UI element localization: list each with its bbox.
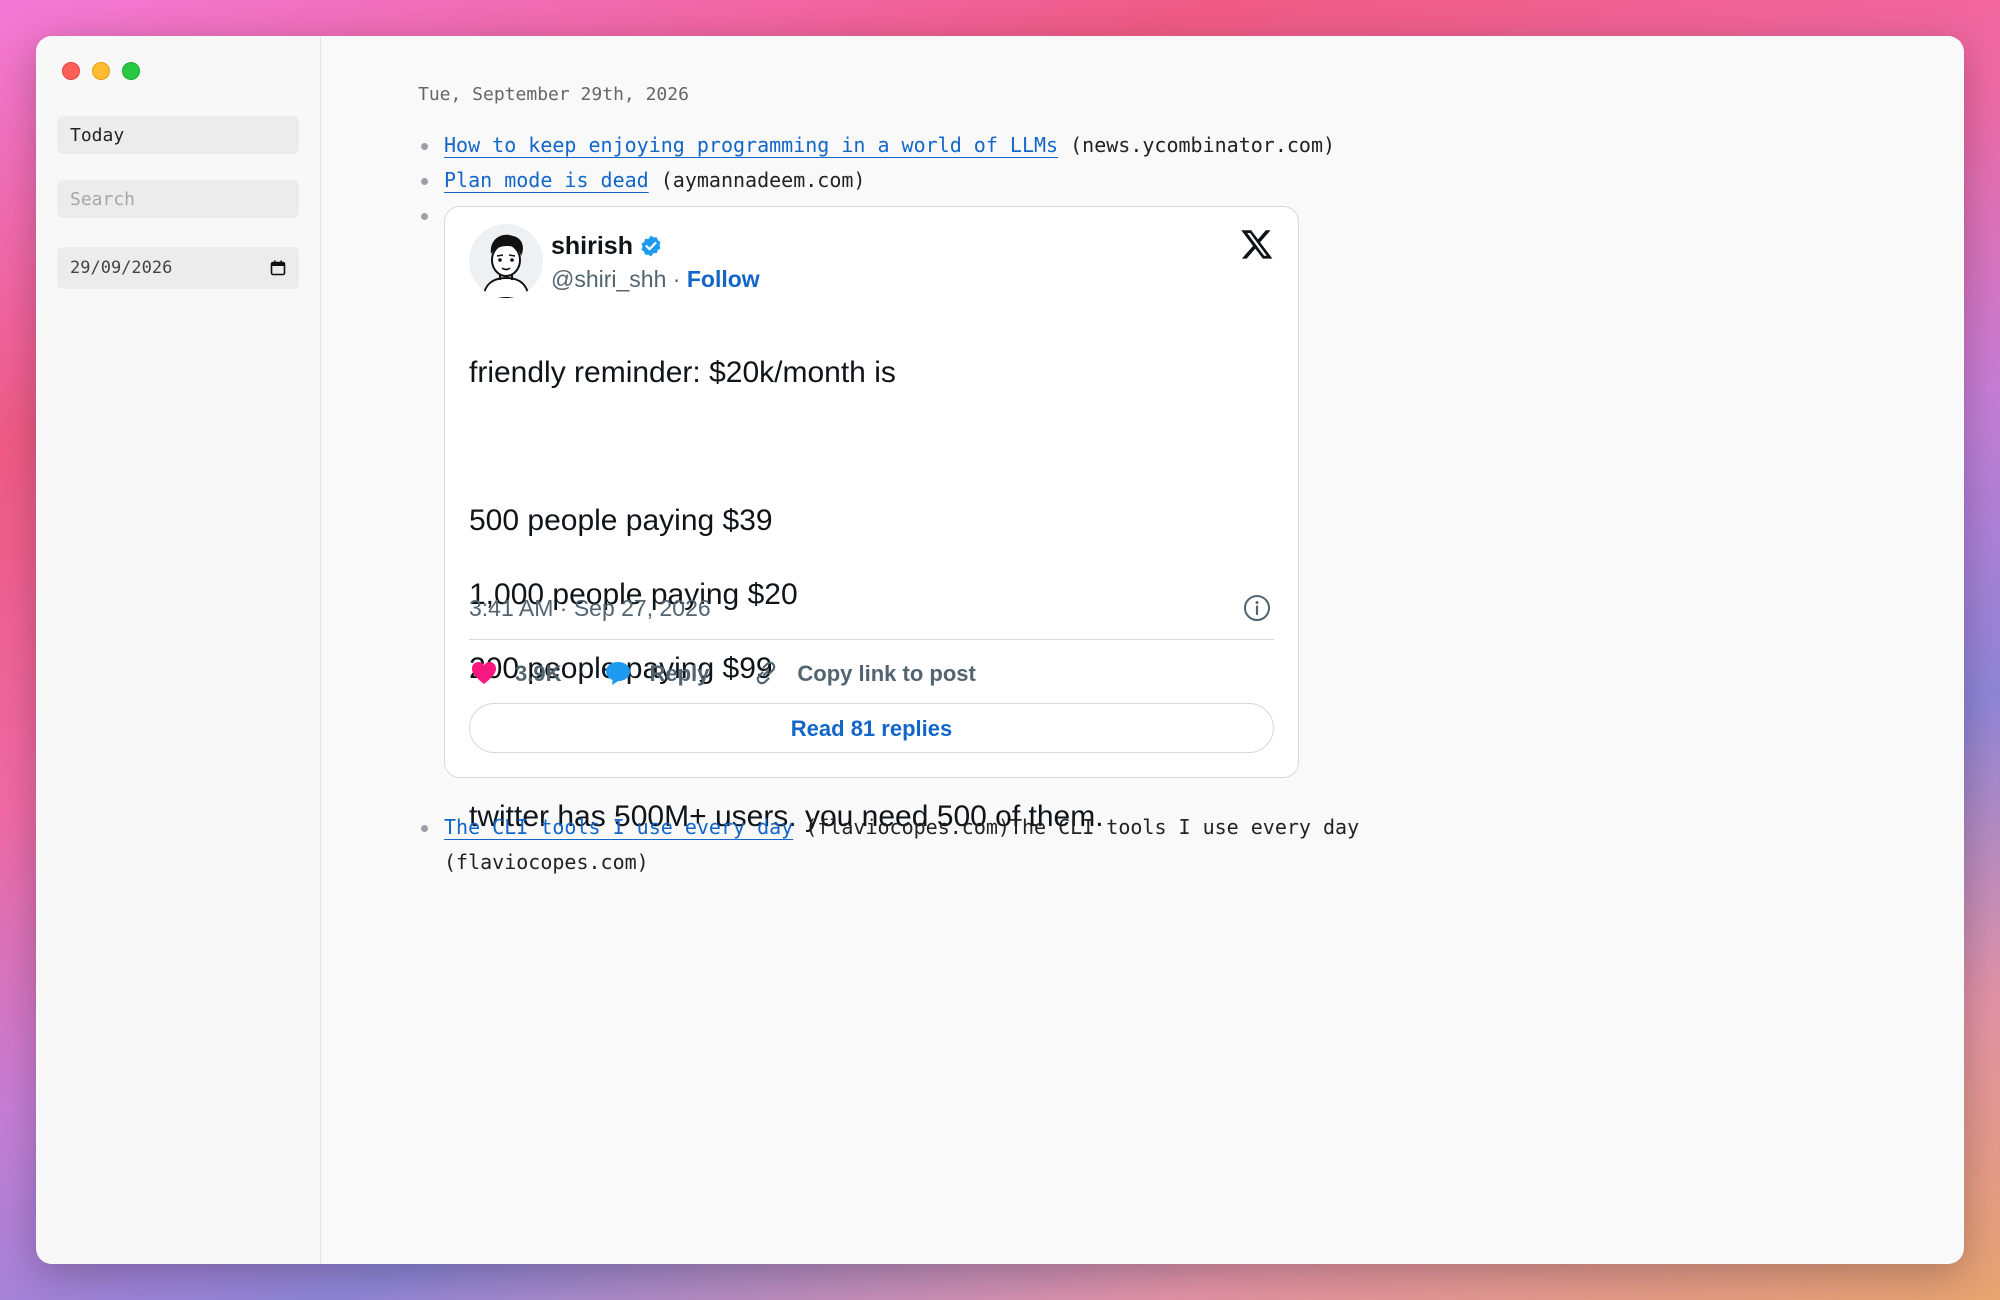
date-heading: Tue, September 29th, 2026 (418, 84, 689, 105)
tweet-timestamp[interactable]: 3:41 AM · Sep 27, 2026 (469, 593, 711, 623)
copy-link-label: Copy link to post (797, 660, 976, 686)
list-item: The CLI tools I use every day (flaviocop… (418, 810, 1518, 880)
list-item-tweet: shirish @shiri_shh · Follow friendly rem… (418, 198, 1518, 833)
close-window-button[interactable] (62, 62, 80, 80)
window-controls (62, 62, 140, 80)
reply-bubble-icon (606, 662, 631, 685)
bullet (421, 213, 428, 220)
embedded-tweet[interactable]: shirish @shiri_shh · Follow friendly rem… (444, 206, 1299, 833)
list-item: How to keep enjoying programming in a wo… (418, 128, 1518, 163)
tweet-handle-row: @shiri_shh · Follow (551, 264, 760, 294)
x-logo-icon[interactable] (1240, 227, 1274, 261)
bullet (421, 825, 428, 832)
entry-list: How to keep enjoying programming in a wo… (418, 128, 1518, 880)
sidebar: Today 29/09/2026 (36, 36, 321, 1264)
reply-button[interactable]: Reply (603, 656, 709, 691)
like-count: 3.9K (515, 660, 562, 686)
separator: · (672, 266, 681, 292)
calendar-icon[interactable] (270, 260, 286, 276)
entry-link[interactable]: The CLI tools I use every day (444, 815, 793, 839)
date-value: 29/09/2026 (70, 258, 173, 278)
search-input[interactable] (57, 180, 299, 218)
main-content: Tue, September 29th, 2026 How to keep en… (321, 36, 1964, 1264)
bullet (421, 178, 428, 185)
heart-icon (472, 662, 496, 684)
date-picker[interactable]: 29/09/2026 (57, 247, 299, 289)
follow-button[interactable]: Follow (687, 266, 760, 292)
tweet-handle[interactable]: @shiri_shh (551, 266, 666, 292)
minimize-window-button[interactable] (92, 62, 110, 80)
app-window: Today 29/09/2026 Tue, September 29th, 20… (36, 36, 1964, 1264)
tweet-text-line: 500 people paying $39 (469, 504, 773, 537)
tweet-actions: 3.9K Reply Copy link to post (469, 655, 1018, 691)
like-button[interactable]: 3.9K (469, 656, 561, 691)
divider (469, 639, 1274, 640)
entry-link[interactable]: How to keep enjoying programming in a wo… (444, 133, 1058, 157)
verified-badge-icon (641, 235, 661, 257)
tweet-text-line: friendly reminder: $20k/month is (469, 356, 896, 389)
avatar[interactable] (469, 224, 543, 298)
copy-link-button[interactable]: Copy link to post (751, 656, 976, 691)
bullet (421, 143, 428, 150)
zoom-window-button[interactable] (122, 62, 140, 80)
tweet-author-name[interactable]: shirish (551, 231, 633, 261)
entry-source: (aymannadeem.com) (660, 168, 866, 192)
entry-link[interactable]: Plan mode is dead (444, 168, 649, 192)
read-replies-button[interactable]: Read 81 replies (469, 703, 1274, 753)
reply-label: Reply (649, 660, 710, 686)
tweet-author[interactable]: shirish (551, 231, 663, 261)
info-icon[interactable] (1242, 593, 1272, 623)
list-item: Plan mode is dead (aymannadeem.com) (418, 163, 1518, 198)
today-button[interactable]: Today (57, 116, 299, 154)
entry-source: (news.ycombinator.com) (1070, 133, 1336, 157)
link-icon (757, 661, 776, 685)
